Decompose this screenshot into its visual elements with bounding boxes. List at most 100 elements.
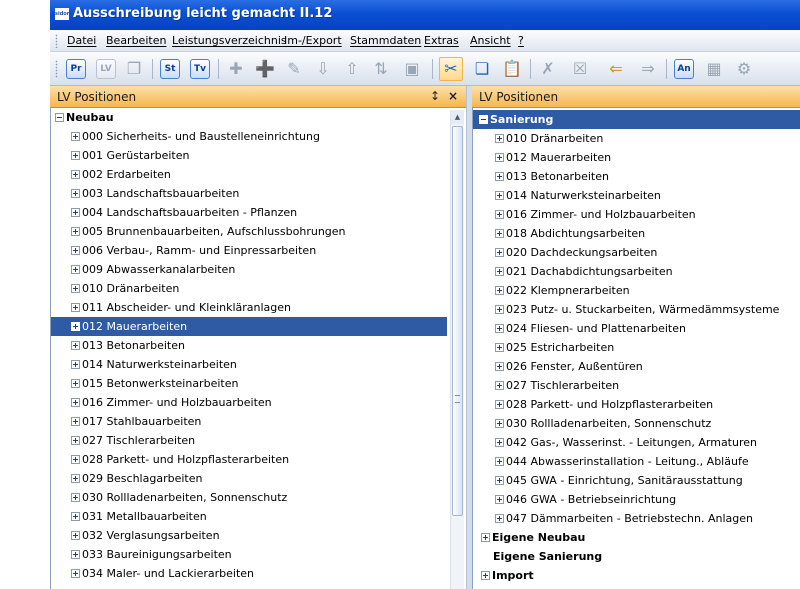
menu-bearbeiten[interactable]: Bearbeiten xyxy=(106,34,166,47)
tree-item[interactable]: 004 Landschaftsbauarbeiten - Pflanzen xyxy=(51,203,447,222)
expand-icon[interactable] xyxy=(71,511,80,521)
move-up-icon[interactable]: ⇧ xyxy=(340,57,364,81)
tree-item[interactable]: 014 Naturwerksteinarbeiten xyxy=(473,186,800,205)
expand-icon[interactable] xyxy=(495,190,504,200)
tree-root-sanierung[interactable]: Sanierung xyxy=(473,110,800,129)
expand-icon[interactable] xyxy=(495,171,504,181)
menu-help[interactable]: ? xyxy=(518,34,524,47)
expand-icon[interactable] xyxy=(495,228,504,238)
paste-icon[interactable]: 📋 xyxy=(500,57,524,81)
tree-item[interactable]: 047 Dämmarbeiten - Betriebstechn. Anlage… xyxy=(473,509,800,528)
scroll-thumb[interactable] xyxy=(452,126,463,516)
tree-item[interactable]: 027 Tischlerarbeiten xyxy=(473,376,800,395)
add-icon[interactable]: ➕ xyxy=(253,57,277,81)
title-bar[interactable]: sidom Ausschreibung leicht gemacht II.12 xyxy=(50,0,800,30)
expand-icon[interactable] xyxy=(495,494,504,504)
tree-item[interactable]: 006 Verbau-, Ramm- und Einpressarbeiten xyxy=(51,241,447,260)
tree-root[interactable]: Eigene Sanierung xyxy=(473,547,800,566)
tree-item[interactable]: 011 Abscheider- und Kleinkläranlagen xyxy=(51,298,447,317)
delete-all-icon[interactable]: ☒ xyxy=(568,57,592,81)
expand-icon[interactable] xyxy=(495,456,504,466)
tree-item[interactable]: 015 Betonwerksteinarbeiten xyxy=(51,374,447,393)
tree-item[interactable]: 025 Estricharbeiten xyxy=(473,338,800,357)
expand-icon[interactable] xyxy=(495,266,504,276)
expand-icon[interactable] xyxy=(71,454,80,464)
tree-item[interactable]: 026 Fenster, Außentüren xyxy=(473,357,800,376)
menu-ansicht[interactable]: Ansicht xyxy=(470,34,511,47)
tree-item[interactable]: 021 Dachabdichtungsarbeiten xyxy=(473,262,800,281)
tree-item[interactable]: 023 Putz- u. Stuckarbeiten, Wärmedämmsys… xyxy=(473,300,800,319)
tree-item[interactable]: 017 Stahlbauarbeiten xyxy=(51,412,447,431)
st-button[interactable]: St xyxy=(158,57,182,81)
tree-item[interactable]: 020 Dachdeckungsarbeiten xyxy=(473,243,800,262)
expand-icon[interactable] xyxy=(71,169,80,179)
tree-item[interactable]: 010 Dränarbeiten xyxy=(473,129,800,148)
tree-item[interactable]: 033 Baureinigungsarbeiten xyxy=(51,545,447,564)
tree-item[interactable]: 005 Brunnenbauarbeiten, Aufschlussbohrun… xyxy=(51,222,447,241)
expand-icon[interactable] xyxy=(71,568,80,578)
tree-item[interactable]: 012 Mauerarbeiten xyxy=(51,317,447,336)
menu-extras[interactable]: Extras xyxy=(424,34,459,47)
tree-item[interactable]: 012 Mauerarbeiten xyxy=(473,148,800,167)
tv-button[interactable]: Tv xyxy=(188,57,212,81)
expand-icon[interactable] xyxy=(71,397,80,407)
tree-item[interactable]: 003 Landschaftsbauarbeiten xyxy=(51,184,447,203)
expand-icon[interactable] xyxy=(495,475,504,485)
save-icon[interactable]: ▣ xyxy=(400,57,424,81)
expand-icon[interactable] xyxy=(71,340,80,350)
expand-icon[interactable] xyxy=(71,549,80,559)
expand-icon[interactable] xyxy=(495,361,504,371)
left-scrollbar[interactable]: ▲ xyxy=(450,110,464,589)
expand-icon[interactable] xyxy=(71,492,80,502)
sort-icon[interactable]: ⇅ xyxy=(369,57,393,81)
menu-stammdaten[interactable]: Stammdaten xyxy=(350,34,421,47)
move-down-icon[interactable]: ⇩ xyxy=(311,57,335,81)
expand-icon[interactable] xyxy=(495,342,504,352)
tree-item[interactable]: 022 Klempnerarbeiten xyxy=(473,281,800,300)
tree-item[interactable]: 034 Maler- und Lackierarbeiten xyxy=(51,564,447,583)
cut-icon[interactable]: ✂ xyxy=(439,57,463,81)
expand-icon[interactable] xyxy=(71,264,80,274)
expand-icon[interactable] xyxy=(481,570,490,580)
expand-icon[interactable] xyxy=(495,380,504,390)
tree-item[interactable]: 014 Naturwerksteinarbeiten xyxy=(51,355,447,374)
expand-icon[interactable] xyxy=(71,188,80,198)
expand-icon[interactable] xyxy=(71,302,80,312)
expand-icon[interactable] xyxy=(481,532,490,542)
tree-item[interactable]: 013 Betonarbeiten xyxy=(51,336,447,355)
tree-item[interactable]: 030 Rollladenarbeiten, Sonnenschutz xyxy=(51,488,447,507)
expand-icon[interactable] xyxy=(71,283,80,293)
expand-icon[interactable] xyxy=(495,418,504,428)
expand-icon[interactable] xyxy=(71,207,80,217)
tree-item[interactable]: 044 Abwasserinstallation - Leitung., Abl… xyxy=(473,452,800,471)
tree-item[interactable]: 009 Abwasserkanalarbeiten xyxy=(51,260,447,279)
tree-item[interactable]: 016 Zimmer- und Holzbauarbeiten xyxy=(473,205,800,224)
tree-item[interactable]: 028 Parkett- und Holzpflasterarbeiten xyxy=(51,450,447,469)
toolbar-grip-icon[interactable] xyxy=(55,60,58,78)
menu-im-export[interactable]: Im-/Export xyxy=(284,34,342,47)
collapse-icon[interactable] xyxy=(55,112,64,122)
pr-button[interactable]: Pr xyxy=(64,57,88,81)
expand-icon[interactable] xyxy=(495,209,504,219)
expand-icon[interactable] xyxy=(71,245,80,255)
tree-item[interactable]: 046 GWA - Betriebseinrichtung xyxy=(473,490,800,509)
tree-item[interactable]: 001 Gerüstarbeiten xyxy=(51,146,447,165)
expand-icon[interactable] xyxy=(71,226,80,236)
menu-grip-icon[interactable] xyxy=(55,34,58,48)
tree-item[interactable]: 029 Beschlagarbeiten xyxy=(51,469,447,488)
form-icon[interactable]: ▦ xyxy=(702,57,726,81)
expand-icon[interactable] xyxy=(495,304,504,314)
tree-item[interactable]: 002 Erdarbeiten xyxy=(51,165,447,184)
tree-root[interactable]: Eigene Neubau xyxy=(473,528,800,547)
tree-item[interactable]: 032 Verglasungsarbeiten xyxy=(51,526,447,545)
tree-item[interactable]: 031 Metallbauarbeiten xyxy=(51,507,447,526)
tree-item[interactable]: 010 Dränarbeiten xyxy=(51,279,447,298)
copy-doc-icon[interactable]: ❐ xyxy=(122,57,146,81)
expand-icon[interactable] xyxy=(495,152,504,162)
tree-item[interactable]: 028 Parkett- und Holzpflasterarbeiten xyxy=(473,395,800,414)
menu-leistungsverzeichnis[interactable]: Leistungsverzeichnis xyxy=(172,34,287,47)
close-icon[interactable]: × xyxy=(448,89,458,103)
tree-item[interactable]: 024 Fliesen- und Plattenarbeiten xyxy=(473,319,800,338)
expand-icon[interactable] xyxy=(71,150,80,160)
copy-icon[interactable]: ❏ xyxy=(470,57,494,81)
